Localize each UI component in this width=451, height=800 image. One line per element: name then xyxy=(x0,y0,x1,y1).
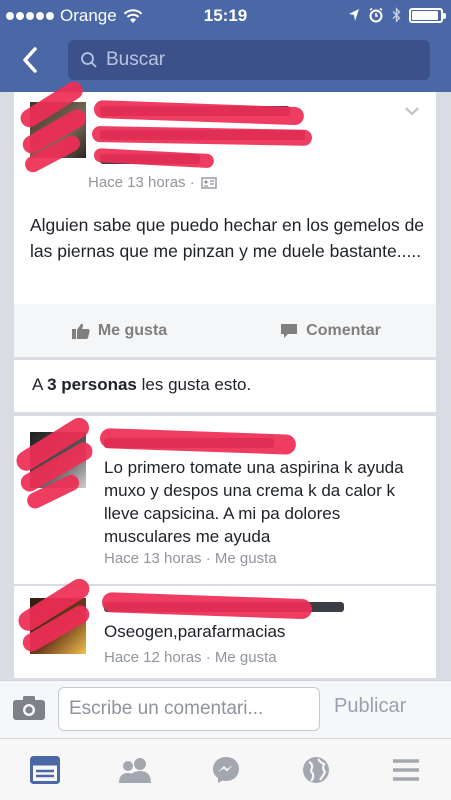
battery-fill xyxy=(412,10,438,20)
back-button[interactable] xyxy=(10,38,50,82)
menu-icon xyxy=(392,758,419,781)
audience-icon xyxy=(201,176,217,189)
post-card: Hace 13 horas · Alguien sabe que puedo h… xyxy=(14,78,436,357)
like-label: Me gusta xyxy=(97,321,168,339)
search-input[interactable] xyxy=(106,49,406,71)
comment-text: Lo primero tomate una aspirina k ayuda m… xyxy=(104,458,404,546)
chevron-down-icon[interactable] xyxy=(404,106,420,116)
comment-item: Lo primero tomate una aspirina k ayuda m… xyxy=(12,414,436,584)
comment-composer: Publicar xyxy=(0,680,451,738)
redaction-mark xyxy=(99,428,297,455)
camera-icon xyxy=(13,696,45,720)
post-text: Alguien sabe que puedo hechar en los gem… xyxy=(30,215,425,261)
redaction-mark xyxy=(93,148,215,169)
post-timestamp: Hace 13 horas · xyxy=(88,174,195,191)
search-bar[interactable] xyxy=(68,40,430,80)
comment-input[interactable] xyxy=(58,687,320,731)
redaction-mark xyxy=(93,100,305,126)
bluetooth-icon xyxy=(392,7,401,23)
comment-label: Comentar xyxy=(306,321,381,339)
comment-button[interactable]: Comentar xyxy=(225,304,436,357)
globe-icon xyxy=(302,756,329,783)
messenger-icon xyxy=(212,756,239,783)
post-meta: Hace 13 horas · xyxy=(88,174,217,191)
news-feed-icon xyxy=(30,755,61,784)
camera-button[interactable] xyxy=(12,695,46,726)
status-bar: Orange 15:19 xyxy=(0,0,451,32)
search-icon xyxy=(81,52,97,68)
alarm-clock-icon xyxy=(369,7,383,23)
tab-notifications[interactable] xyxy=(271,739,361,800)
location-arrow-icon xyxy=(349,9,359,21)
like-button[interactable]: Me gusta xyxy=(14,304,225,357)
speech-bubble-icon xyxy=(281,323,298,338)
comment-meta[interactable]: Hace 13 horas · Me gusta xyxy=(104,550,277,567)
comment-text: Oseogen,parafarmacias xyxy=(104,622,286,641)
likes-count[interactable]: 3 personas xyxy=(47,375,137,394)
thumbs-up-icon xyxy=(71,323,90,339)
publish-button[interactable]: Publicar xyxy=(334,695,406,718)
redaction-mark xyxy=(91,126,313,146)
likes-text: A 3 personas les gusta esto. xyxy=(32,375,251,395)
status-right xyxy=(348,7,446,23)
tab-bar xyxy=(0,738,451,800)
top-header: Orange 15:19 xyxy=(0,0,451,92)
redaction-mark xyxy=(101,592,313,620)
battery-icon xyxy=(409,7,446,23)
likes-prefix: A xyxy=(32,375,48,394)
likes-suffix: les gusta esto. xyxy=(136,375,252,394)
chevron-left-icon xyxy=(23,47,37,73)
comment-meta[interactable]: Hace 12 horas · Me gusta xyxy=(104,649,277,666)
tab-friends[interactable] xyxy=(90,739,180,800)
tab-messenger[interactable] xyxy=(180,739,270,800)
tab-more[interactable] xyxy=(361,739,451,800)
comment-item: Oseogen,parafarmacias Hace 12 horas · Me… xyxy=(14,575,436,678)
tab-news-feed[interactable] xyxy=(0,739,90,800)
friends-icon xyxy=(119,757,152,783)
likes-summary[interactable]: A 3 personas les gusta esto. xyxy=(14,360,436,412)
post-actions: Me gusta Comentar xyxy=(14,304,436,357)
